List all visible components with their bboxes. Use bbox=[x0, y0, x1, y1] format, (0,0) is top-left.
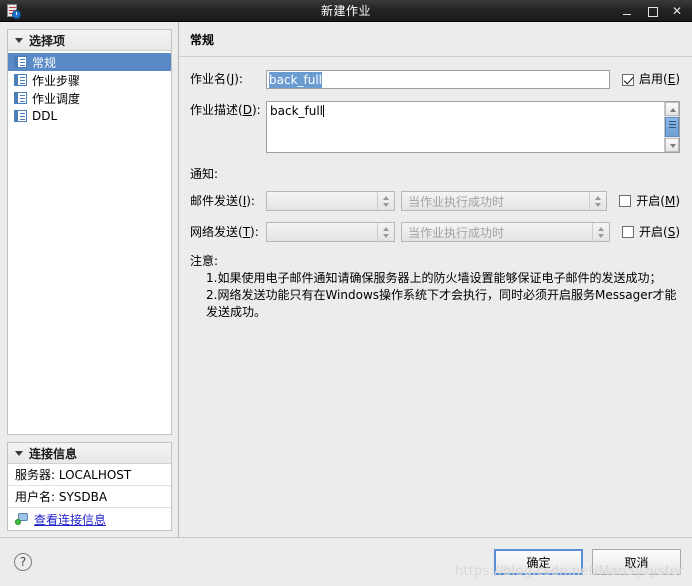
mail-condition-value: 当作业执行成功时 bbox=[408, 193, 504, 210]
job-desc-scrollbar[interactable] bbox=[664, 102, 679, 152]
sidebar-item-label: DDL bbox=[32, 109, 57, 123]
options-panel: 选择项 常规 作业步骤 作业调度 bbox=[7, 29, 172, 435]
mail-notify-row: 邮件发送(I): 当作业执行成功时 开启(M) bbox=[190, 191, 680, 211]
server-connection-icon bbox=[15, 513, 29, 525]
net-enable-label: 开启(S) bbox=[639, 223, 680, 242]
spinner-icon[interactable] bbox=[589, 192, 606, 210]
list-icon bbox=[14, 56, 27, 68]
new-job-icon bbox=[5, 3, 21, 19]
general-form: 作业名(J): back_full 启用(E) 作业描述(D): back_fu… bbox=[179, 57, 692, 537]
footer-bar: ? https://blog.csdn.net/Man3yzyster 确定 取… bbox=[0, 537, 692, 586]
window-title: 新建作业 bbox=[0, 2, 692, 19]
job-desc-label: 作业描述(D): bbox=[190, 101, 266, 120]
job-name-value: back_full bbox=[269, 72, 322, 88]
scrollbar-thumb[interactable] bbox=[665, 117, 679, 137]
net-notify-row: 网络发送(T): 当作业执行成功时 开启(S) bbox=[190, 222, 680, 242]
mail-condition-select[interactable]: 当作业执行成功时 bbox=[401, 191, 607, 211]
sidebar-item-job-steps[interactable]: 作业步骤 bbox=[8, 71, 171, 89]
connection-user-label: 用户名: SYSDBA bbox=[15, 488, 107, 505]
maximize-icon[interactable] bbox=[646, 5, 658, 17]
spinner-icon[interactable] bbox=[377, 192, 394, 210]
spinner-icon[interactable] bbox=[377, 223, 394, 241]
page-title: 常规 bbox=[179, 22, 692, 56]
list-icon bbox=[14, 74, 27, 86]
connection-panel-title: 连接信息 bbox=[29, 445, 77, 462]
job-name-row: 作业名(J): back_full 启用(E) bbox=[190, 70, 680, 89]
options-panel-title: 选择项 bbox=[29, 32, 65, 49]
window-controls: ✕ bbox=[621, 5, 692, 17]
checkbox-box-icon[interactable] bbox=[622, 226, 634, 238]
net-operator-select[interactable] bbox=[266, 222, 395, 242]
notify-header: 通知: bbox=[190, 165, 680, 182]
list-icon bbox=[14, 92, 27, 104]
options-panel-header[interactable]: 选择项 bbox=[8, 30, 171, 51]
job-desc-value-wrap: back_full bbox=[267, 102, 664, 152]
scroll-down-icon[interactable] bbox=[665, 138, 679, 152]
job-desc-textarea[interactable]: back_full bbox=[266, 101, 680, 153]
mail-enable-checkbox[interactable]: 开启(M) bbox=[619, 192, 680, 211]
sidebar-item-label: 作业调度 bbox=[32, 90, 80, 107]
net-condition-select[interactable]: 当作业执行成功时 bbox=[401, 222, 610, 242]
job-name-label: 作业名(J): bbox=[190, 70, 266, 89]
content-pane: 常规 作业名(J): back_full 启用(E) 作业描述(D): bbox=[179, 22, 692, 537]
sidebar-item-label: 常规 bbox=[32, 54, 56, 71]
sidebar-item-ddl[interactable]: DDL bbox=[8, 107, 171, 125]
mail-notify-label: 邮件发送(I): bbox=[190, 192, 266, 211]
sidebar-item-job-schedule[interactable]: 作业调度 bbox=[8, 89, 171, 107]
note-item: 1.如果使用电子邮件通知请确保服务器上的防火墙设置能够保证电子邮件的发送成功； bbox=[190, 270, 680, 287]
connection-server-row: 服务器: LOCALHOST bbox=[8, 464, 171, 486]
connection-user-row: 用户名: SYSDBA bbox=[8, 486, 171, 508]
spinner-icon[interactable] bbox=[592, 223, 609, 241]
connection-link-row[interactable]: 查看连接信息 bbox=[8, 508, 171, 530]
minimize-icon[interactable] bbox=[621, 5, 633, 17]
enabled-checkbox[interactable]: 启用(E) bbox=[622, 70, 680, 89]
net-notify-label: 网络发送(T): bbox=[190, 223, 266, 242]
mail-enable-label: 开启(M) bbox=[636, 192, 680, 211]
options-list: 常规 作业步骤 作业调度 DDL bbox=[8, 51, 171, 434]
sidebar-item-general[interactable]: 常规 bbox=[8, 53, 171, 71]
connection-panel-header[interactable]: 连接信息 bbox=[8, 443, 171, 464]
sidebar: 选择项 常规 作业步骤 作业调度 bbox=[0, 22, 179, 537]
mail-operator-select[interactable] bbox=[266, 191, 395, 211]
close-icon[interactable]: ✕ bbox=[671, 5, 683, 17]
enabled-checkbox-label: 启用(E) bbox=[639, 70, 680, 89]
collapse-triangle-icon[interactable] bbox=[15, 38, 23, 43]
job-name-input[interactable]: back_full bbox=[266, 70, 610, 89]
help-icon[interactable]: ? bbox=[14, 553, 32, 571]
net-condition-value: 当作业执行成功时 bbox=[408, 224, 504, 241]
sidebar-item-label: 作业步骤 bbox=[32, 72, 80, 89]
checkbox-box-icon[interactable] bbox=[622, 74, 634, 86]
title-bar: 新建作业 ✕ bbox=[0, 0, 692, 22]
notes-block: 注意: 1.如果使用电子邮件通知请确保服务器上的防火墙设置能够保证电子邮件的发送… bbox=[190, 253, 680, 321]
text-caret bbox=[323, 105, 324, 117]
notes-header: 注意: bbox=[190, 253, 680, 270]
scroll-up-icon[interactable] bbox=[665, 102, 679, 116]
connection-server-label: 服务器: LOCALHOST bbox=[15, 466, 131, 483]
footer-buttons: 确定 取消 bbox=[494, 549, 681, 575]
new-job-dialog: 新建作业 ✕ 选择项 常规 bbox=[0, 0, 692, 586]
net-enable-checkbox[interactable]: 开启(S) bbox=[622, 223, 680, 242]
ok-button[interactable]: 确定 bbox=[494, 549, 583, 575]
note-item: 2.网络发送功能只有在Windows操作系统下才会执行，同时必须开启服务Mess… bbox=[190, 287, 680, 321]
checkbox-box-icon[interactable] bbox=[619, 195, 631, 207]
job-desc-value: back_full bbox=[270, 104, 323, 118]
dialog-body: 选择项 常规 作业步骤 作业调度 bbox=[0, 22, 692, 537]
job-desc-row: 作业描述(D): back_full bbox=[190, 101, 680, 153]
cancel-button[interactable]: 取消 bbox=[592, 549, 681, 575]
view-connection-info-link[interactable]: 查看连接信息 bbox=[34, 511, 106, 528]
list-icon bbox=[14, 110, 27, 122]
connection-panel: 连接信息 服务器: LOCALHOST 用户名: SYSDBA 查看连接信息 bbox=[7, 442, 172, 531]
collapse-triangle-icon[interactable] bbox=[15, 451, 23, 456]
